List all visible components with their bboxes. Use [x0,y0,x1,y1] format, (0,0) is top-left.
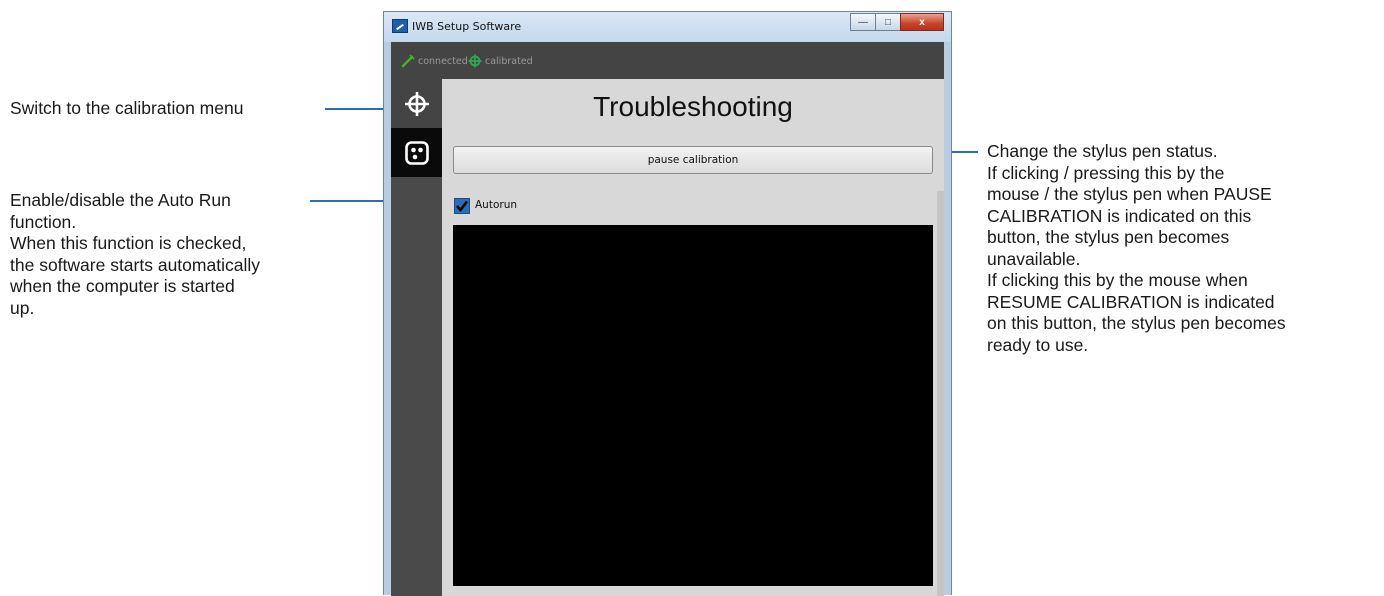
window-controls: — □ x [850,13,944,32]
callout-line: If clicking / pressing this by the [987,162,1225,183]
calibrated-label: calibrated [485,55,533,67]
app-window: IWB Setup Software — □ x connected calib… [383,11,952,596]
pause-calibration-button[interactable]: pause calibration [453,146,933,174]
callout-line: ready to use. [987,334,1089,355]
minimize-button[interactable]: — [850,13,876,31]
status-calibrated: calibrated [468,54,533,68]
connected-label: connected [418,55,468,67]
callout-line: If clicking this by the mouse when [987,270,1248,290]
callout-line: on this button, the stylus pen becomes [987,313,1286,333]
sidebar [391,79,442,596]
callout-line: Change the stylus pen status. [987,141,1218,161]
autorun-label: Autorun [475,199,518,211]
camera-preview [453,225,933,586]
callout-line: Switch to the calibration menu [10,98,244,118]
window-content: connected calibrated Troubleshooting pau… [391,42,944,596]
page-title: Troubleshooting [593,91,793,122]
checkmark-icon [456,200,469,213]
callout-calibration-menu: Switch to the calibration menu [10,98,243,120]
callout-autorun: Enable/disable the Auto Run function. Wh… [10,190,260,319]
callout-line: unavailable. [987,248,1081,269]
title-bar[interactable]: IWB Setup Software — □ x [384,12,951,42]
camera-dots-icon [404,140,429,165]
callout-line: button, the stylus pen becomes [987,227,1230,247]
status-connected: connected [401,54,468,68]
scrollbar[interactable] [937,191,944,596]
callout-line: function. [10,211,77,232]
close-button[interactable]: x [900,13,944,31]
sidebar-item-calibration[interactable] [391,79,442,128]
app-logo-icon [392,19,408,33]
callout-line: when the computer is started [10,276,235,296]
callout-line: the software starts automatically [10,254,260,275]
callout-line: Enable/disable the Auto Run [10,190,231,210]
callout-line: RESUME CALIBRATION is indicated [987,291,1275,312]
autorun-checkbox[interactable] [454,198,470,214]
plug-icon [401,54,415,68]
callout-line: up. [10,297,35,318]
crosshair-status-icon [468,54,482,68]
maximize-button[interactable]: □ [875,13,901,31]
callout-line: CALIBRATION is indicated on this [987,205,1252,226]
crosshair-icon [404,91,429,116]
status-bar: connected calibrated [391,42,944,79]
sidebar-item-camera[interactable] [391,128,442,177]
callout-pause: Change the stylus pen status. If clickin… [987,141,1286,356]
callout-line: mouse / the stylus pen when PAUSE [987,184,1272,204]
window-title: IWB Setup Software [412,20,522,33]
main-panel: Troubleshooting pause calibration Autoru… [442,79,944,596]
callout-line: When this function is checked, [10,233,247,253]
